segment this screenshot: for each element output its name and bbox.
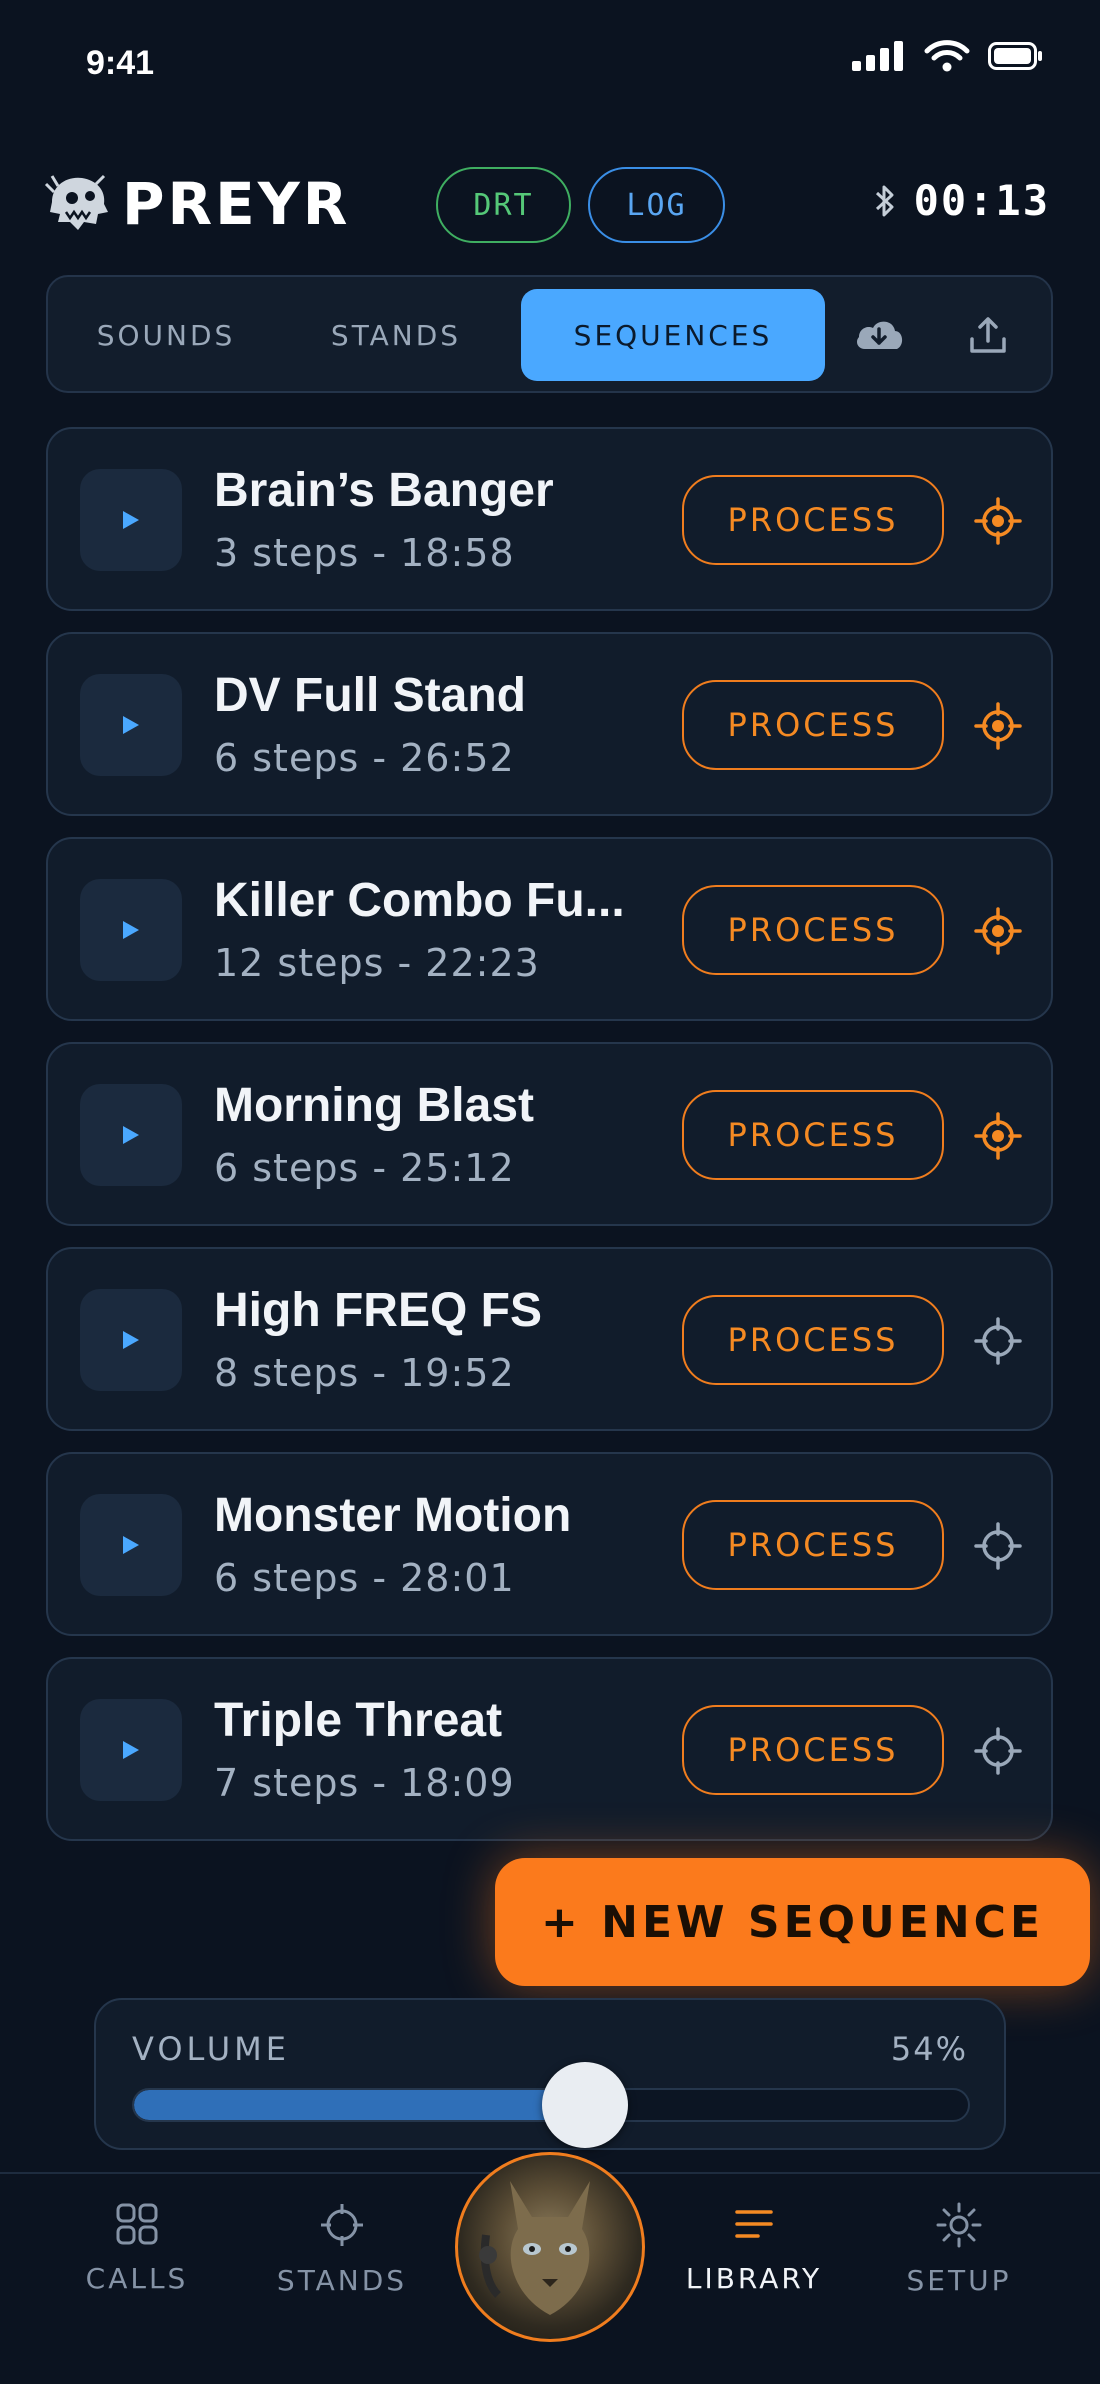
bluetooth-icon — [875, 185, 894, 216]
sequence-card[interactable]: Monster Motion 6 steps - 28:01 PROCESS — [46, 1452, 1053, 1636]
sequence-title: Morning Blast — [214, 1079, 534, 1132]
sequence-meta: 3 steps - 18:58 — [214, 531, 515, 575]
cloud-download-icon — [857, 321, 903, 349]
nav-stands[interactable]: STANDS — [257, 2202, 427, 2297]
drt-toggle-button[interactable]: DRT — [436, 167, 571, 243]
sequence-title: High FREQ FS — [214, 1284, 542, 1337]
process-button[interactable]: PROCESS — [682, 885, 944, 975]
library-tab-bar: SOUNDS STANDS SEQUENCES — [46, 275, 1053, 393]
sequence-meta: 8 steps - 19:52 — [214, 1351, 515, 1395]
sequence-title: DV Full Stand — [214, 669, 526, 722]
play-icon — [123, 1331, 139, 1349]
sequence-card[interactable]: Brain’s Banger 3 steps - 18:58 PROCESS — [46, 427, 1053, 611]
sequence-meta: 6 steps - 25:12 — [214, 1146, 515, 1190]
target-crosshair-icon[interactable] — [974, 1727, 1022, 1775]
profile-avatar-button[interactable] — [455, 2152, 645, 2342]
target-crosshair-icon[interactable] — [974, 702, 1022, 750]
sequence-card[interactable]: Morning Blast 6 steps - 25:12 PROCESS — [46, 1042, 1053, 1226]
library-list-icon — [735, 2210, 773, 2238]
nav-stands-label: STANDS — [276, 2264, 408, 2297]
play-button[interactable] — [80, 1084, 182, 1186]
play-icon — [123, 1741, 139, 1759]
sequence-card[interactable]: Killer Combo Fu... 12 steps - 22:23 PROCES… — [46, 837, 1053, 1021]
play-icon — [123, 1536, 139, 1554]
sequence-title: Killer Combo Fu... — [214, 874, 625, 927]
volume-label: VOLUME — [132, 2030, 290, 2068]
upload-icon — [970, 317, 1006, 353]
process-button[interactable]: PROCESS — [682, 1705, 944, 1795]
play-icon — [123, 716, 139, 734]
tab-sounds[interactable]: SOUNDS — [66, 289, 266, 381]
sequence-card[interactable]: Triple Threat 7 steps - 18:09 PROCESS — [46, 1657, 1053, 1841]
volume-panel: VOLUME 54% — [94, 1998, 1006, 2150]
nav-calls[interactable]: CALLS — [52, 2202, 222, 2295]
play-button[interactable] — [80, 879, 182, 981]
tab-stands[interactable]: STANDS — [296, 289, 496, 381]
process-button[interactable]: PROCESS — [682, 1295, 944, 1385]
volume-slider-fill — [134, 2090, 587, 2120]
nav-library[interactable]: LIBRARY — [669, 2202, 839, 2295]
brand-name: PREYR — [122, 170, 351, 238]
app-header: PREYR DRT LOG 00:13 — [0, 160, 1100, 250]
wifi-icon — [924, 40, 970, 72]
cellular-signal-icon — [852, 41, 903, 71]
upload-button[interactable] — [958, 305, 1018, 365]
target-crosshair-icon[interactable] — [974, 1112, 1022, 1160]
play-icon — [123, 1126, 139, 1144]
volume-slider-thumb[interactable] — [542, 2062, 628, 2148]
process-button[interactable]: PROCESS — [682, 1500, 944, 1590]
sequence-meta: 7 steps - 18:09 — [214, 1761, 515, 1805]
play-icon — [123, 511, 139, 529]
avatar-animal-portrait — [479, 2181, 590, 2315]
play-button[interactable] — [80, 1699, 182, 1801]
session-timer: 00:13 — [874, 176, 1050, 225]
setup-sun-icon — [936, 2202, 982, 2248]
predator-skull-icon — [44, 174, 108, 230]
nav-calls-label: CALLS — [85, 2262, 189, 2295]
status-time: 9:41 — [86, 44, 155, 82]
nav-library-label: LIBRARY — [685, 2262, 823, 2295]
target-crosshair-icon[interactable] — [974, 907, 1022, 955]
status-bar: 9:41 — [0, 0, 1100, 130]
sequence-title: Triple Threat — [214, 1694, 503, 1747]
process-button[interactable]: PROCESS — [682, 475, 944, 565]
play-icon — [123, 921, 139, 939]
sequence-meta: 6 steps - 28:01 — [214, 1556, 515, 1600]
sequence-title: Monster Motion — [214, 1489, 572, 1542]
timer-value: 00:13 — [913, 176, 1050, 225]
play-button[interactable] — [80, 1494, 182, 1596]
nav-setup-label: SETUP — [906, 2264, 1012, 2297]
status-icons — [852, 40, 1044, 72]
sequence-card[interactable]: DV Full Stand 6 steps - 26:52 PROCESS — [46, 632, 1053, 816]
sequence-meta: 6 steps - 26:52 — [214, 736, 515, 780]
log-toggle-button[interactable]: LOG — [588, 167, 725, 243]
process-button[interactable]: PROCESS — [682, 1090, 944, 1180]
play-button[interactable] — [80, 674, 182, 776]
sequence-card[interactable]: High FREQ FS 8 steps - 19:52 PROCESS — [46, 1247, 1053, 1431]
brand-logo: PREYR — [44, 170, 350, 238]
nav-setup[interactable]: SETUP — [874, 2202, 1044, 2297]
calls-grid-icon — [116, 2203, 158, 2245]
battery-icon — [988, 42, 1042, 70]
play-button[interactable] — [80, 1289, 182, 1391]
target-crosshair-icon[interactable] — [974, 1317, 1022, 1365]
tab-sequences[interactable]: SEQUENCES — [521, 289, 825, 381]
target-crosshair-icon[interactable] — [974, 497, 1022, 545]
play-button[interactable] — [80, 469, 182, 571]
process-button[interactable]: PROCESS — [682, 680, 944, 770]
crosshair-icon — [321, 2204, 363, 2246]
target-crosshair-icon[interactable] — [974, 1522, 1022, 1570]
sequence-meta: 12 steps - 22:23 — [214, 941, 540, 985]
new-sequence-button[interactable]: + NEW SEQUENCE — [495, 1858, 1090, 1986]
sequence-title: Brain’s Banger — [214, 464, 554, 517]
volume-value: 54% — [890, 2030, 968, 2068]
cloud-download-button[interactable] — [849, 305, 909, 365]
